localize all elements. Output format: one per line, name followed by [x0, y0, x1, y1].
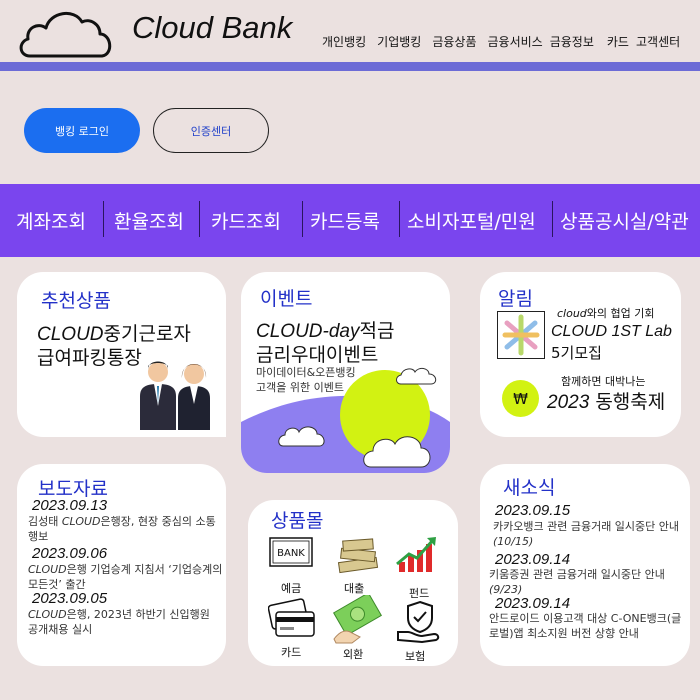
nav-item-corporate[interactable]: 기업뱅킹	[377, 33, 421, 50]
festival-title[interactable]: 2023 동행축제	[547, 387, 665, 414]
press-date: 2023.09.13	[32, 497, 108, 514]
mall-item-forex[interactable]: 외환	[343, 646, 363, 662]
nav-item-services[interactable]: 금융서비스	[488, 33, 543, 50]
event-brand: CLOUD-day	[256, 321, 360, 342]
news-item[interactable]: 카카오뱅크 관련 금융거래 일시중단 안내 (10/15)	[493, 519, 687, 549]
top-nav: 개인뱅킹 기업뱅킹 금융상품 금융서비스 금융정보 카드 고객센터	[322, 33, 680, 50]
shield-hand-icon[interactable]	[396, 598, 442, 644]
menu-consumer-portal[interactable]: 소비자포털/민원	[407, 184, 536, 257]
recommend-brand: CLOUD	[37, 324, 104, 345]
menu-card-register[interactable]: 카드등록	[310, 184, 380, 257]
nav-item-products[interactable]: 금융상품	[432, 33, 476, 50]
menu-divider	[399, 201, 400, 237]
menu-product-disclosure[interactable]: 상품공시실/약관	[560, 184, 689, 257]
press-date: 2023.09.06	[32, 545, 108, 562]
nav-item-personal[interactable]: 개인뱅킹	[322, 33, 366, 50]
press-item-brand: CLOUD	[28, 563, 67, 576]
news-date: 2023.09.14	[495, 595, 571, 612]
news-item-text: 안드로이드 이용고객 대상 C-ONE뱅크(글로벌)앱 최소지원 버전 상향 안…	[489, 612, 682, 640]
news-date: 2023.09.14	[495, 551, 571, 568]
press-item-brand: CLOUD	[61, 515, 101, 528]
press-item[interactable]: CLOUD은행, 2023년 하반기 신입행원 공개채용 실시	[28, 607, 218, 637]
money-stack-icon[interactable]	[335, 534, 381, 578]
menu-divider	[302, 201, 303, 237]
festival-name: 동행축제	[595, 391, 666, 413]
mall-title: 상품몰	[271, 510, 324, 532]
press-item[interactable]: CLOUD은행 기업승계 지침서 ‘기업승계의 모든것’ 출간	[28, 562, 224, 592]
nav-item-support[interactable]: 고객센터	[636, 33, 680, 50]
header-divider	[0, 62, 700, 71]
notice-title: 알림	[498, 288, 533, 310]
recommend-product-name: 중기근로자	[103, 323, 191, 345]
press-date: 2023.09.05	[32, 590, 108, 607]
mall-item-deposit[interactable]: 예금	[281, 580, 301, 596]
menu-divider	[552, 201, 553, 237]
bank-icon[interactable]: BANK	[269, 535, 313, 569]
credit-card-icon[interactable]	[268, 598, 316, 640]
event-sub-line1: 마이데이터&오픈뱅킹	[256, 366, 356, 379]
brand-title[interactable]: Cloud Bank	[132, 10, 292, 46]
certificate-center-button[interactable]: 인증센터	[153, 108, 269, 153]
festival-year: 2023	[547, 392, 590, 413]
nav-item-card[interactable]: 카드	[607, 33, 629, 50]
news-item[interactable]: 안드로이드 이용고객 대상 C-ONE뱅크(글로벌)앱 최소지원 버전 상향 안…	[489, 611, 687, 641]
news-item-sub: (10/15)	[493, 535, 534, 548]
event-headline-line2[interactable]: 금리우대이벤트	[256, 340, 378, 367]
business-people-icon	[140, 361, 210, 430]
mall-item-insurance[interactable]: 보험	[405, 648, 425, 664]
collab-label: 와의 협업 기회	[586, 307, 655, 320]
menu-exchange-rate[interactable]: 환율조회	[114, 184, 184, 257]
press-item-prefix: 김성태	[28, 515, 62, 528]
recommend-product-line1[interactable]: CLOUD중기근로자	[37, 319, 191, 346]
lab-recruit-sub: 5기모집	[551, 344, 602, 362]
news-date: 2023.09.15	[495, 502, 571, 519]
cash-hand-icon[interactable]	[330, 595, 382, 645]
growth-chart-icon[interactable]	[395, 534, 439, 574]
press-item-brand: CLOUD	[28, 608, 67, 621]
news-title: 새소식	[503, 477, 556, 499]
menu-divider	[103, 201, 104, 237]
banking-login-button[interactable]: 뱅킹 로그인	[24, 108, 140, 153]
event-product: 적금	[359, 320, 395, 342]
recommend-product-line2[interactable]: 급여파킹통장	[37, 343, 142, 370]
news-item-text: 키움증권 관련 금융거래 일시중단 안내	[489, 568, 665, 581]
bank-sign-text: BANK	[277, 548, 305, 559]
recommend-title: 추천상품	[41, 290, 111, 312]
news-item[interactable]: 키움증권 관련 금융거래 일시중단 안내(9/23)	[489, 567, 687, 597]
event-title: 이벤트	[260, 288, 313, 310]
event-sub-line2: 고객을 위한 이벤트	[256, 381, 344, 394]
collab-brand: cloud	[557, 307, 587, 320]
won-coin-icon: ₩	[502, 380, 539, 417]
mall-item-loan[interactable]: 대출	[344, 580, 364, 596]
menu-divider	[199, 201, 200, 237]
collab-text: cloud와의 협업 기회	[557, 305, 655, 321]
lab-logo-icon[interactable]	[497, 311, 545, 359]
event-headline-line1[interactable]: CLOUD-day적금	[256, 316, 394, 343]
news-item-text: 카카오뱅크 관련 금융거래 일시중단 안내	[493, 520, 680, 533]
menu-account-inquiry[interactable]: 계좌조회	[16, 184, 86, 257]
cloud-logo-icon[interactable]	[16, 6, 116, 60]
nav-item-info[interactable]: 금융정보	[550, 33, 594, 50]
press-item[interactable]: 김성태 CLOUD은행장, 현장 중심의 소통 행보	[28, 514, 224, 544]
lab-recruit-title[interactable]: CLOUD 1ST Lab	[551, 323, 672, 341]
menu-card-inquiry[interactable]: 카드조회	[211, 184, 281, 257]
mall-item-card[interactable]: 카드	[281, 644, 301, 660]
